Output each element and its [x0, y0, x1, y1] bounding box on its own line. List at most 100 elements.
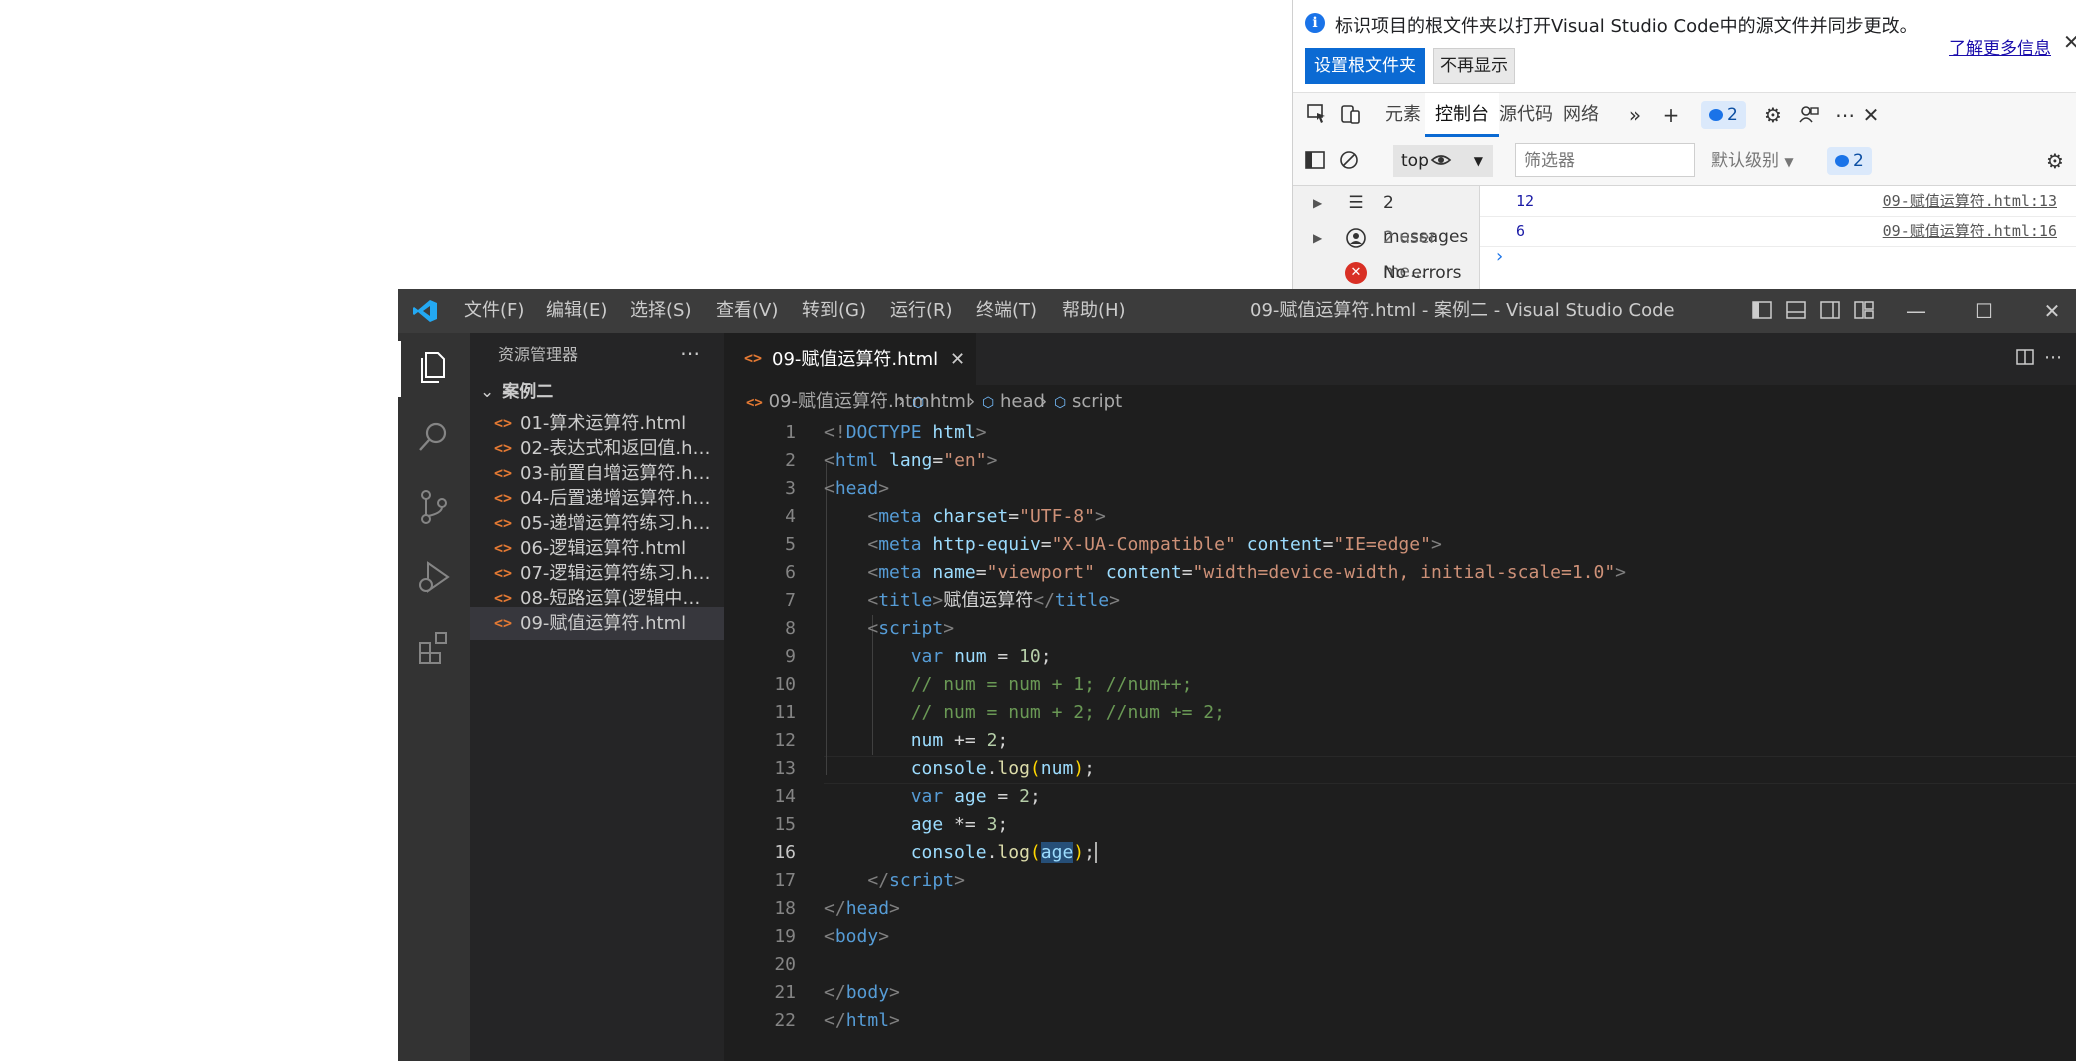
menu-view[interactable]: 查看(V) — [716, 289, 778, 333]
set-root-folder-button[interactable]: 设置根文件夹 — [1305, 48, 1425, 84]
code-line: </html> — [824, 1010, 900, 1031]
filter-issues-badge[interactable]: 2 — [1827, 147, 1872, 175]
active-indicator — [398, 341, 401, 397]
file-item-active[interactable]: <> 09-赋值运算符.html — [470, 607, 724, 640]
line-number: 4 — [785, 506, 796, 527]
search-icon[interactable] — [414, 417, 454, 457]
line-number: 7 — [785, 590, 796, 611]
tab-elements[interactable]: 元素 — [1375, 93, 1431, 137]
console-prompt[interactable]: › — [1496, 246, 1503, 267]
chevron-right-icon: › — [968, 391, 976, 412]
breadcrumb-head[interactable]: ⬡ head — [982, 385, 1045, 420]
code-line: </head> — [824, 898, 900, 919]
code-line: <meta http-equiv="X-UA-Compatible" conte… — [867, 534, 1442, 555]
expand-arrow-icon: ▶ — [1313, 196, 1323, 210]
code-line: var num = 10; — [910, 646, 1052, 667]
inspect-element-icon[interactable] — [1305, 103, 1329, 127]
menu-run[interactable]: 运行(R) — [890, 289, 953, 333]
close-window-icon[interactable]: ✕ — [2040, 299, 2064, 323]
console-output: 12 09-赋值运算符.html:13 6 09-赋值运算符.html:16 › — [1480, 186, 2076, 290]
tab-network[interactable]: 网络 — [1553, 93, 1609, 137]
close-tab-icon[interactable]: ✕ — [950, 334, 965, 386]
more-tabs-icon[interactable]: » — [1623, 103, 1647, 127]
issues-badge[interactable]: 2 — [1701, 101, 1746, 129]
symbol-element-icon: ⬡ — [982, 395, 995, 411]
breadcrumb: <> 09-赋值运算符.html › ⬡ html › ⬡ head › ⬡ s… — [724, 385, 2076, 419]
tab-console[interactable]: 控制台 — [1425, 93, 1499, 137]
clear-console-icon[interactable] — [1337, 149, 1361, 173]
more-actions-icon[interactable]: ⋯ — [2042, 347, 2064, 369]
toggle-secondary-sidebar-icon[interactable] — [1818, 299, 1842, 323]
breadcrumb-file[interactable]: <> 09-赋值运算符.html — [746, 385, 935, 420]
more-options-icon[interactable]: ⋯ — [1833, 103, 1857, 127]
maximize-icon[interactable]: ☐ — [1972, 299, 1996, 323]
more-actions-icon[interactable]: ⋯ — [680, 333, 700, 373]
console-settings-gear-icon[interactable]: ⚙ — [2043, 149, 2067, 173]
log-level-select[interactable]: 默认级别 ▼ — [1711, 145, 1794, 178]
device-emulation-icon[interactable] — [1339, 103, 1363, 127]
log-source-link[interactable]: 09-赋值运算符.html:13 — [1883, 186, 2057, 216]
line-number: 5 — [785, 534, 796, 555]
add-tab-icon[interactable]: + — [1659, 103, 1683, 127]
line-number-current: 16 — [774, 842, 796, 863]
html-file-icon: <> — [746, 395, 763, 411]
toggle-sidebar-icon[interactable] — [1750, 299, 1774, 323]
menu-go[interactable]: 转到(G) — [802, 289, 866, 333]
sidebar-item-user-messages[interactable]: ▶ 2 user me... — [1293, 221, 1479, 282]
code-line: </body> — [824, 982, 900, 1003]
devtools-panel: i 标识项目的根文件夹以打开Visual Studio Code中的源文件并同步… — [1292, 0, 2076, 290]
title-bar: 文件(F) 编辑(E) 选择(S) 查看(V) 转到(G) 运行(R) 终端(T… — [398, 289, 2076, 333]
split-editor-icon[interactable] — [2014, 347, 2036, 369]
customize-layout-icon[interactable] — [1852, 299, 1876, 323]
menu-file[interactable]: 文件(F) — [464, 289, 524, 333]
chevron-down-icon: ⌄ — [480, 382, 495, 402]
code-line: // num = num + 2; //num += 2; — [910, 702, 1225, 723]
source-control-icon[interactable] — [414, 487, 454, 527]
sidebar-toggle-icon[interactable] — [1303, 149, 1327, 173]
log-value: 6 — [1516, 222, 1526, 240]
learn-more-link[interactable]: 了解更多信息 — [1949, 34, 2051, 59]
extensions-icon[interactable] — [414, 627, 454, 667]
filter-input[interactable]: 筛选器 — [1515, 143, 1695, 177]
menu-edit[interactable]: 编辑(E) — [546, 289, 607, 333]
dont-show-again-button[interactable]: 不再显示 — [1433, 48, 1515, 84]
info-message: 标识项目的根文件夹以打开Visual Studio Code中的源文件并同步更改… — [1335, 16, 1918, 37]
info-icon: i — [1305, 13, 1325, 33]
menu-terminal[interactable]: 终端(T) — [976, 289, 1037, 333]
editor-tab[interactable]: <> 09-赋值运算符.html ✕ — [724, 333, 976, 386]
toggle-panel-icon[interactable] — [1784, 299, 1808, 323]
breadcrumb-script[interactable]: ⬡ script — [1054, 385, 1122, 420]
folder-header[interactable]: ⌄ 案例二 — [480, 379, 553, 405]
line-number: 8 — [785, 618, 796, 639]
chevron-right-icon: › — [1040, 391, 1048, 412]
line-number: 12 — [774, 730, 796, 751]
live-expression-eye-icon[interactable] — [1429, 149, 1453, 173]
close-icon[interactable]: ✕ — [2063, 30, 2076, 54]
settings-gear-icon[interactable]: ⚙ — [1761, 103, 1785, 127]
line-number: 17 — [774, 870, 796, 891]
tab-sources[interactable]: 源代码 — [1489, 93, 1563, 137]
line-number: 14 — [774, 786, 796, 807]
line-number: 15 — [774, 814, 796, 835]
line-number: 22 — [774, 1010, 796, 1031]
breadcrumb-html[interactable]: ⬡ html — [912, 385, 971, 420]
explorer-files-icon[interactable] — [414, 347, 454, 387]
log-value: 12 — [1516, 192, 1535, 210]
minimize-icon[interactable]: — — [1904, 299, 1928, 323]
customize-icon[interactable] — [1797, 103, 1821, 127]
expand-arrow-icon: ▶ — [1313, 231, 1323, 245]
line-number: 9 — [785, 646, 796, 667]
close-devtools-icon[interactable]: ✕ — [1859, 103, 1883, 127]
html-file-icon: <> — [494, 614, 513, 632]
sidebar-item-errors[interactable]: ✕ No errors — [1293, 256, 1479, 290]
sidebar-item-messages[interactable]: ▶ ☰ 2 messages — [1293, 186, 1479, 247]
code-line: console.log(num); — [910, 758, 1095, 779]
code-editor[interactable]: 1 2 3 4 5 6 7 8 9 10 11 12 13 14 15 16 1… — [724, 419, 2076, 1061]
log-source-link[interactable]: 09-赋值运算符.html:16 — [1883, 216, 2057, 246]
menu-help[interactable]: 帮助(H) — [1062, 289, 1126, 333]
line-number: 21 — [774, 982, 796, 1003]
run-and-debug-icon[interactable] — [414, 557, 454, 597]
code-line: <meta charset="UTF-8"> — [867, 506, 1106, 527]
menu-selection[interactable]: 选择(S) — [630, 289, 691, 333]
code-line: <script> — [867, 618, 955, 639]
